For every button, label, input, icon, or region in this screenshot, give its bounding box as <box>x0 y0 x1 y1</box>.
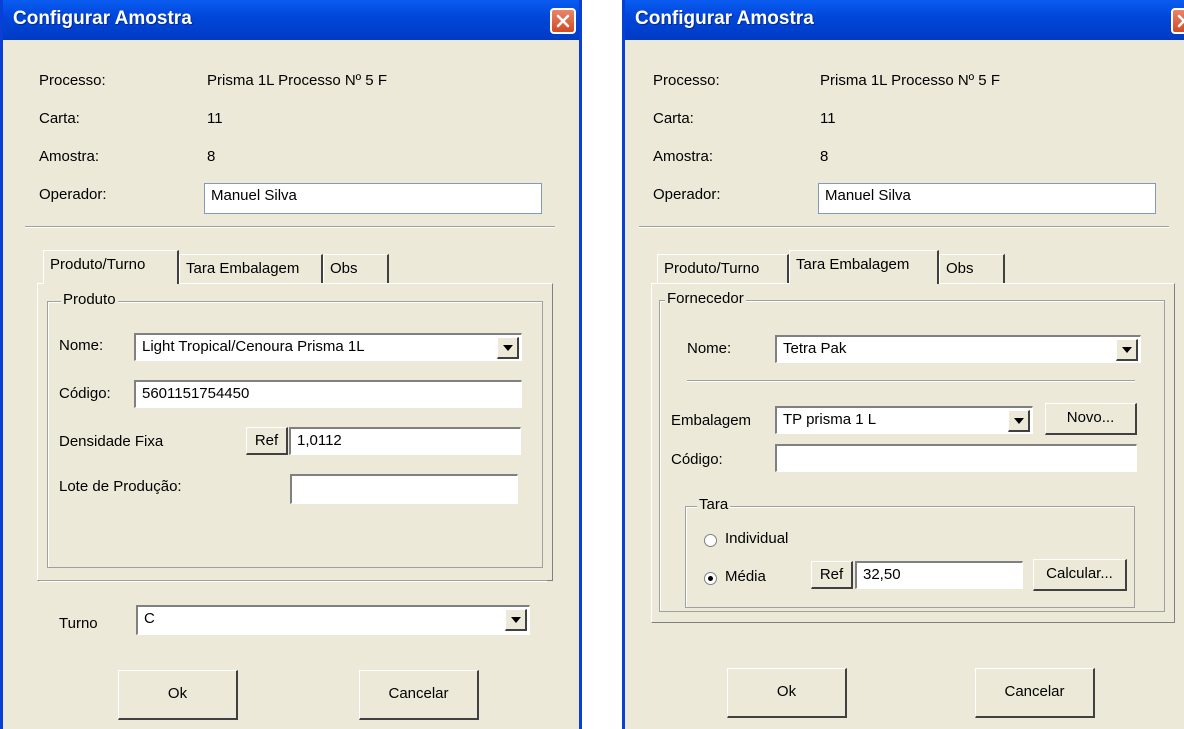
amostra-label: Amostra: <box>653 148 714 165</box>
ok-button[interactable]: Ok <box>118 670 238 720</box>
cancel-button[interactable]: Cancelar <box>359 670 479 720</box>
close-icon <box>556 14 570 28</box>
embalagem-select[interactable]: TP prisma 1 L <box>775 406 1033 434</box>
processo-label: Processo: <box>39 72 106 89</box>
tab-obs[interactable]: Obs <box>939 254 1005 284</box>
lote-input[interactable] <box>290 474 518 504</box>
close-button[interactable] <box>550 8 576 34</box>
produto-nome-select[interactable]: Light Tropical/Cenoura Prisma 1L <box>134 333 522 361</box>
close-icon <box>1177 14 1184 28</box>
embalagem-codigo-input[interactable] <box>775 444 1137 472</box>
carta-value: 11 <box>820 110 836 127</box>
dialog-title: Configurar Amostra <box>635 8 814 29</box>
fornecedor-nome-value: Tetra Pak <box>783 340 847 357</box>
media-label: Média <box>725 568 766 585</box>
fornecedor-legend: Fornecedor <box>665 290 746 307</box>
produto-nome-value: Light Tropical/Cenoura Prisma 1L <box>142 338 365 355</box>
embalagem-label: Embalagem <box>671 412 752 429</box>
produto-legend: Produto <box>61 291 118 308</box>
processo-label: Processo: <box>653 72 720 89</box>
densidade-ref-button[interactable]: Ref <box>246 427 288 455</box>
operador-label: Operador: <box>653 186 721 203</box>
chevron-down-icon[interactable] <box>497 337 519 359</box>
operador-input[interactable]: Manuel Silva <box>204 183 542 214</box>
densidade-input[interactable]: 1,0112 <box>289 427 521 455</box>
operador-input[interactable]: Manuel Silva <box>818 183 1156 214</box>
turno-label: Turno <box>59 615 98 632</box>
tab-obs[interactable]: Obs <box>323 254 389 284</box>
tab-tara-embalagem[interactable]: Tara Embalagem <box>179 254 323 284</box>
dialog-configurar-amostra-tara: Configurar Amostra Processo: Prisma 1L P… <box>622 0 1184 729</box>
turno-value: C <box>144 610 155 627</box>
separator <box>687 380 1135 382</box>
lote-label: Lote de Produção: <box>59 478 182 495</box>
codigo-label: Código: <box>59 385 111 402</box>
tab-tara-embalagem[interactable]: Tara Embalagem <box>789 250 939 284</box>
produto-codigo-input[interactable]: 5601151754450 <box>134 380 522 408</box>
densidade-label: Densidade Fixa <box>59 433 164 450</box>
tara-group <box>685 506 1135 608</box>
tara-ref-button[interactable]: Ref <box>811 561 853 589</box>
novo-button[interactable]: Novo... <box>1045 403 1137 435</box>
close-button[interactable] <box>1171 8 1184 34</box>
fornecedor-nome-label: Nome: <box>687 340 732 357</box>
separator <box>39 580 547 582</box>
ok-button[interactable]: Ok <box>727 668 847 718</box>
fornecedor-nome-select[interactable]: Tetra Pak <box>775 335 1141 363</box>
title-bar: Configurar Amostra <box>3 0 579 40</box>
media-radio[interactable] <box>704 572 717 585</box>
chevron-down-icon[interactable] <box>1116 339 1138 361</box>
processo-value: Prisma 1L Processo Nº 5 F <box>207 72 387 89</box>
amostra-value: 8 <box>207 148 216 165</box>
separator <box>639 226 1169 228</box>
amostra-label: Amostra: <box>39 148 100 165</box>
embalagem-value: TP prisma 1 L <box>783 411 877 428</box>
tara-media-input[interactable]: 32,50 <box>855 561 1023 589</box>
separator <box>25 226 555 228</box>
calcular-button[interactable]: Calcular... <box>1033 559 1127 591</box>
turno-select[interactable]: C <box>136 605 530 635</box>
carta-label: Carta: <box>653 110 694 127</box>
individual-label: Individual <box>725 530 789 547</box>
chevron-down-icon[interactable] <box>505 609 527 631</box>
individual-radio[interactable] <box>704 534 717 547</box>
chevron-down-icon[interactable] <box>1008 410 1030 432</box>
nome-label: Nome: <box>59 337 104 354</box>
amostra-value: 8 <box>820 148 829 165</box>
carta-label: Carta: <box>39 110 80 127</box>
dialog-title: Configurar Amostra <box>13 8 192 29</box>
tab-produto-turno[interactable]: Produto/Turno <box>657 254 789 284</box>
tab-produto-turno[interactable]: Produto/Turno <box>43 250 179 284</box>
carta-value: 11 <box>207 110 223 127</box>
cancel-button[interactable]: Cancelar <box>975 668 1095 718</box>
embalagem-codigo-label: Código: <box>671 451 723 468</box>
dialog-configurar-amostra-produto: Configurar Amostra Processo: Prisma 1L P… <box>0 0 582 729</box>
operador-label: Operador: <box>39 186 107 203</box>
title-bar: Configurar Amostra <box>625 0 1184 40</box>
tara-legend: Tara <box>697 496 731 513</box>
processo-value: Prisma 1L Processo Nº 5 F <box>820 72 1000 89</box>
